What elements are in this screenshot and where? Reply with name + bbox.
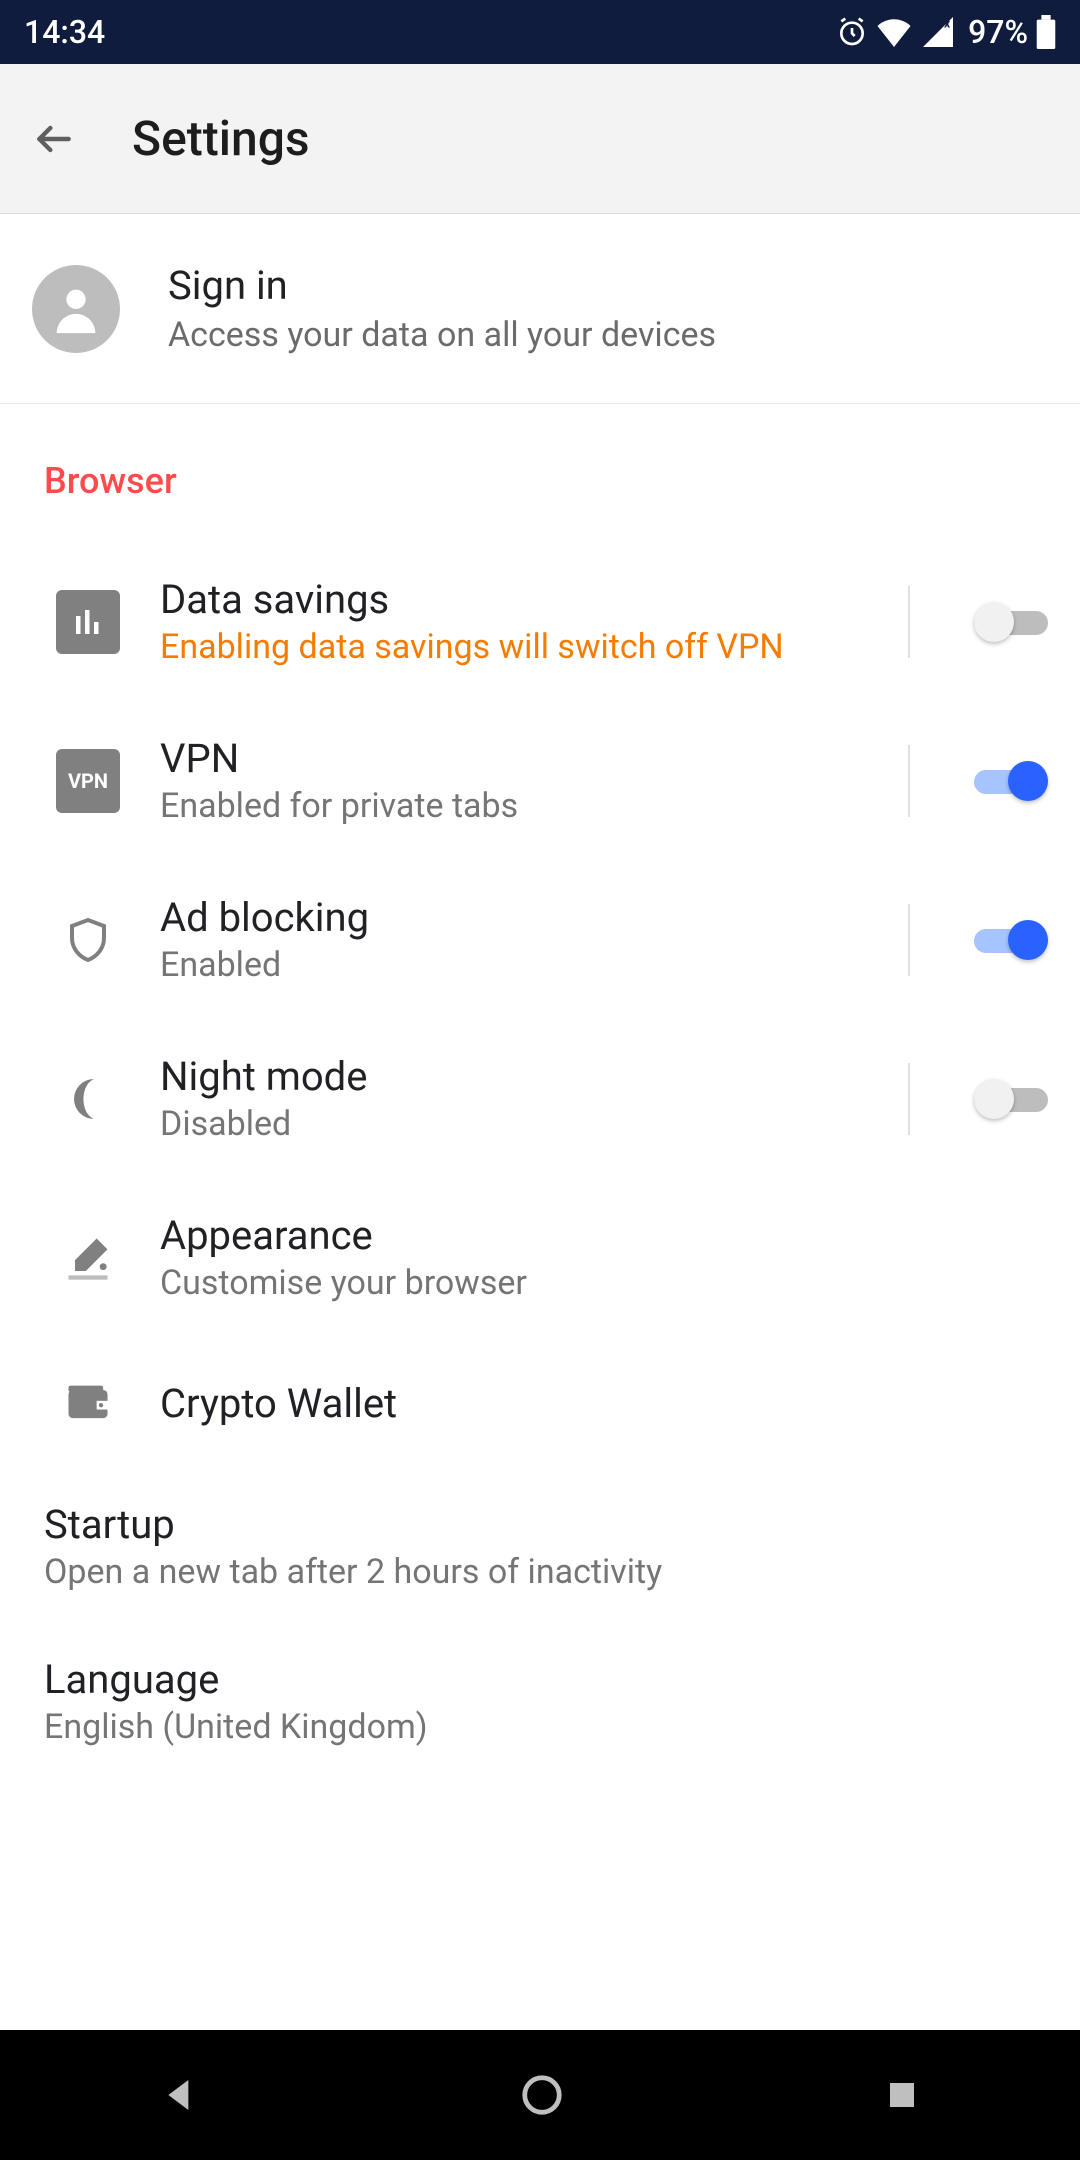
paint-icon: [56, 1226, 120, 1290]
divider: [908, 904, 910, 976]
appearance-subtitle: Customise your browser: [160, 1263, 1032, 1303]
nav-recent-icon[interactable]: [884, 2077, 920, 2113]
night-mode-row[interactable]: Night mode Disabled: [0, 1019, 1080, 1178]
startup-row[interactable]: Startup Open a new tab after 2 hours of …: [0, 1469, 1080, 1624]
data-savings-toggle[interactable]: [974, 602, 1048, 642]
vpn-title: VPN: [160, 735, 844, 782]
section-header-browser: Browser: [0, 404, 1080, 542]
moon-icon: [56, 1067, 120, 1131]
back-icon[interactable]: [32, 117, 76, 161]
night-mode-title: Night mode: [160, 1053, 844, 1100]
crypto-wallet-title: Crypto Wallet: [160, 1380, 1032, 1427]
data-savings-subtitle: Enabling data savings will switch off VP…: [160, 627, 844, 667]
sign-in-subtitle: Access your data on all your devices: [168, 315, 716, 355]
crypto-wallet-row[interactable]: Crypto Wallet: [0, 1337, 1080, 1469]
startup-subtitle: Open a new tab after 2 hours of inactivi…: [44, 1552, 1036, 1592]
cellular-icon: x: [920, 17, 956, 47]
night-mode-toggle[interactable]: [974, 1079, 1048, 1119]
wifi-icon: [876, 17, 912, 47]
appearance-title: Appearance: [160, 1212, 1032, 1259]
wallet-icon: [56, 1371, 120, 1435]
nav-home-icon[interactable]: [519, 2072, 565, 2118]
sign-in-title: Sign in: [168, 262, 716, 309]
page-title: Settings: [132, 110, 310, 167]
alarm-icon: [836, 16, 868, 48]
vpn-subtitle: Enabled for private tabs: [160, 786, 844, 826]
status-time: 14:34: [24, 13, 105, 51]
data-savings-row[interactable]: Data savings Enabling data savings will …: [0, 542, 1080, 701]
language-subtitle: English (United Kingdom): [44, 1707, 1036, 1747]
appearance-row[interactable]: Appearance Customise your browser: [0, 1178, 1080, 1337]
ad-blocking-subtitle: Enabled: [160, 945, 844, 985]
ad-blocking-row[interactable]: Ad blocking Enabled: [0, 860, 1080, 1019]
status-bar: 14:34 x 97%: [0, 0, 1080, 64]
bar-chart-icon: [56, 590, 120, 654]
startup-title: Startup: [44, 1501, 1036, 1548]
night-mode-subtitle: Disabled: [160, 1104, 844, 1144]
language-title: Language: [44, 1656, 1036, 1703]
sign-in-row[interactable]: Sign in Access your data on all your dev…: [0, 214, 1080, 404]
battery-icon: [1036, 15, 1056, 49]
shield-icon: [56, 908, 120, 972]
ad-blocking-toggle[interactable]: [974, 920, 1048, 960]
app-bar: Settings: [0, 64, 1080, 214]
vpn-icon: VPN: [56, 749, 120, 813]
nav-back-icon[interactable]: [160, 2075, 200, 2115]
divider: [908, 1063, 910, 1135]
data-savings-title: Data savings: [160, 576, 844, 623]
battery-percentage: 97%: [968, 13, 1028, 51]
divider: [908, 586, 910, 658]
vpn-toggle[interactable]: [974, 761, 1048, 801]
ad-blocking-title: Ad blocking: [160, 894, 844, 941]
vpn-row[interactable]: VPN VPN Enabled for private tabs: [0, 701, 1080, 860]
svg-text:x: x: [944, 17, 951, 31]
divider: [908, 745, 910, 817]
status-icons: x 97%: [836, 13, 1056, 51]
system-nav-bar: [0, 2030, 1080, 2160]
language-row[interactable]: Language English (United Kingdom): [0, 1624, 1080, 1747]
vpn-icon-label: VPN: [68, 769, 108, 793]
avatar-icon: [32, 265, 120, 353]
